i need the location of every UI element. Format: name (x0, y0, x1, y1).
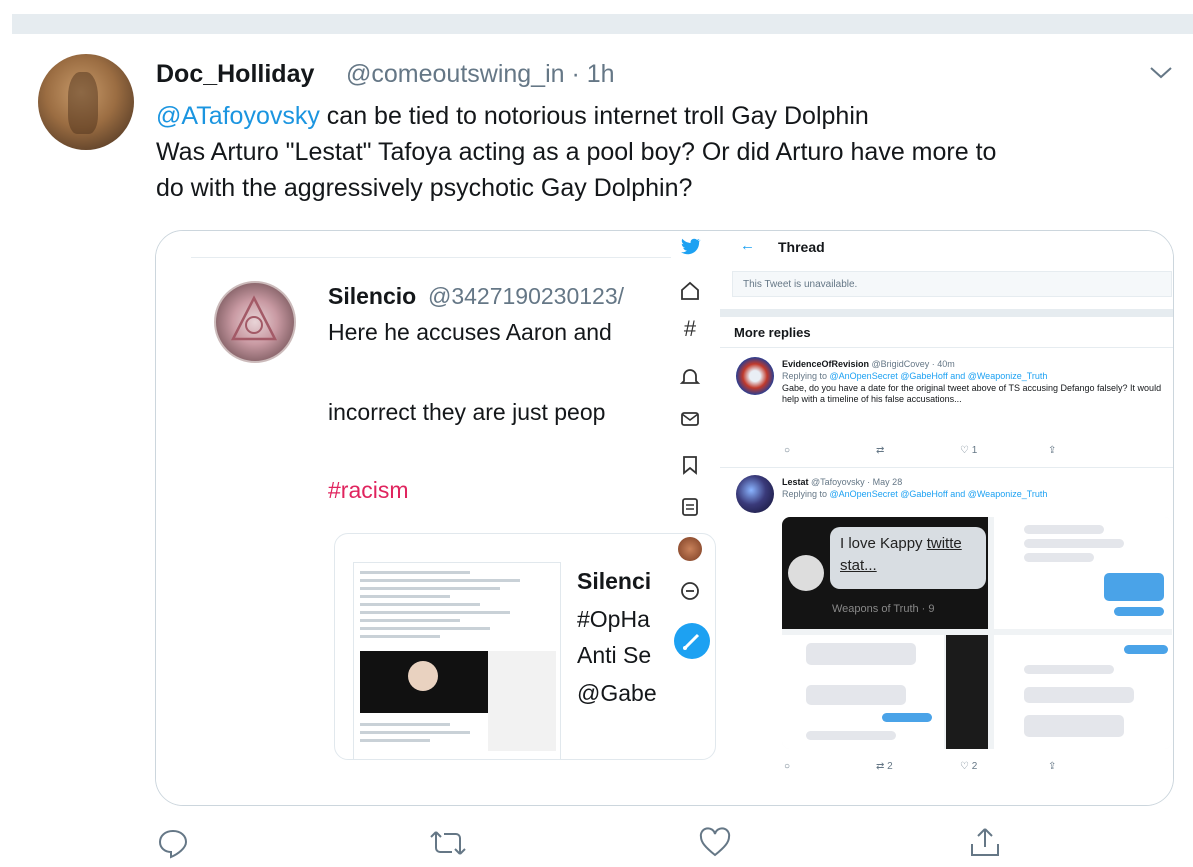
profile-avatar-icon (678, 537, 702, 561)
hashtag: #racism (328, 477, 409, 503)
share-icon[interactable] (968, 826, 1002, 860)
retweet-icon: ⇄ 2 (876, 761, 893, 772)
weapons-caption: Weapons of Truth · 9 (832, 603, 935, 615)
back-arrow-icon: ← (740, 237, 755, 254)
reply-body: Gabe, do you have a date for the origina… (782, 383, 1162, 404)
reply-icon: ○ (784, 761, 791, 772)
kappy-avatar (788, 555, 824, 591)
replying-to: Replying to @AnOpenSecret @GabeHoff and … (782, 371, 1047, 381)
tweet-line-3: do with the aggressively psychotic Gay D… (156, 174, 693, 202)
collage-chat-tile (994, 635, 1172, 749)
top-divider (12, 14, 1193, 34)
collage-chat-tile (994, 517, 1172, 629)
divider (720, 347, 1173, 348)
more-icon (681, 582, 699, 600)
twitter-nav-column: # (664, 231, 720, 805)
author-avatar[interactable] (38, 54, 134, 150)
quote-text-line: Anti Se (577, 642, 652, 668)
screenshot-left-panel: Silencio @3427190230123/ Here he accuses… (156, 231, 716, 805)
silencio-name: Silencio (328, 283, 417, 309)
quote-text-line: #OpHa (577, 606, 650, 632)
quote-text-line: @Gabe (577, 680, 657, 706)
quoted-screenshot (353, 562, 561, 759)
heart-icon: ♡ 1 (960, 445, 978, 456)
reply-meta: @BrigidCovey · 40m (871, 359, 955, 369)
unavailable-notice: This Tweet is unavailable. (732, 271, 1172, 297)
reply-avatar (736, 357, 774, 395)
share-icon: ⇪ (1048, 445, 1057, 456)
chevron-down-icon[interactable] (1146, 58, 1176, 88)
reply-author: EvidenceOfRevision (782, 359, 870, 369)
section-separator (720, 309, 1173, 317)
reply-author: Lestat (782, 477, 809, 487)
list-icon (682, 498, 698, 516)
kappy-text: I love Kappy (840, 535, 927, 552)
retweet-count: 2 (887, 761, 893, 772)
divider (720, 467, 1173, 468)
replying-to-handles: @AnOpenSecret @GabeHoff and @Weaponize_T… (829, 371, 1048, 381)
reply-icon[interactable] (156, 826, 190, 860)
replying-to: Replying to @AnOpenSecret @GabeHoff and … (782, 489, 1047, 499)
screenshot-right-panel: ← Thread This Tweet is unavailable. More… (720, 231, 1173, 805)
reply-avatar (736, 475, 774, 513)
like-count: 2 (971, 761, 978, 772)
kappy-link: twitte (926, 535, 962, 552)
reply-image-collage: I love Kappy twitte stat... Weapons of Tr… (782, 517, 1172, 749)
collage-dark-tile: I love Kappy twitte stat... Weapons of Tr… (782, 517, 988, 629)
silencio-text-line: incorrect they are just peop (328, 399, 606, 425)
tweet-line-2: Was Arturo "Lestat" Tafoya acting as a p… (156, 138, 997, 166)
video-thumbnail (360, 651, 488, 713)
bell-icon (679, 369, 701, 384)
replying-prefix: Replying to (782, 371, 830, 381)
attached-image[interactable]: Silencio @3427190230123/ Here he accuses… (155, 230, 1174, 806)
author-name[interactable]: Doc_Holliday (156, 60, 314, 89)
share-icon: ⇪ (1048, 761, 1057, 772)
collage-chat-tile (782, 635, 944, 749)
bookmark-icon (683, 456, 697, 475)
divider (191, 257, 671, 258)
retweet-icon[interactable] (428, 826, 468, 860)
reply-meta: @Tafoyovsky · May 28 (811, 477, 903, 487)
replying-prefix: Replying to (782, 489, 830, 499)
side-panel (488, 651, 556, 751)
heart-icon[interactable] (698, 826, 732, 860)
silencio-avatar (214, 281, 296, 363)
compose-tweet-icon (674, 623, 710, 659)
silencio-handle: @3427190230123/ (428, 283, 625, 309)
thread-title: Thread (778, 239, 825, 255)
kappy-bubble: I love Kappy twitte stat... (830, 527, 986, 589)
collage-dark-tile (946, 635, 988, 749)
explore-hashtag-icon: # (683, 316, 697, 341)
tweet-text: @ATafoyovsky can be tied to notorious in… (156, 98, 1186, 206)
quote-text-line: Silenci (577, 568, 652, 594)
like-count: 1 (971, 445, 978, 456)
quoted-tweet: Silenci #OpHa Anti Se @Gabe (334, 533, 716, 760)
twitter-bird-icon (681, 238, 702, 255)
mail-icon (681, 412, 699, 426)
home-icon (681, 281, 699, 300)
heart-icon: ♡ 2 (960, 761, 978, 772)
reply-icon: ○ (784, 445, 791, 456)
replying-to-handles: @AnOpenSecret @GabeHoff and @Weaponize_T… (829, 489, 1048, 499)
more-replies-heading: More replies (734, 325, 811, 340)
kappy-text-2: stat... (840, 557, 877, 574)
mention-link[interactable]: @ATafoyovsky (156, 102, 320, 130)
author-meta[interactable]: @comeoutswing_in · 1h (346, 60, 615, 89)
reply-header: EvidenceOfRevision @BrigidCovey · 40m (782, 359, 955, 369)
reply-header: Lestat @Tafoyovsky · May 28 (782, 477, 902, 487)
retweet-icon: ⇄ (876, 445, 885, 456)
silencio-text-line: Here he accuses Aaron and (328, 319, 612, 345)
tweet-line-1: can be tied to notorious internet troll … (319, 102, 869, 130)
